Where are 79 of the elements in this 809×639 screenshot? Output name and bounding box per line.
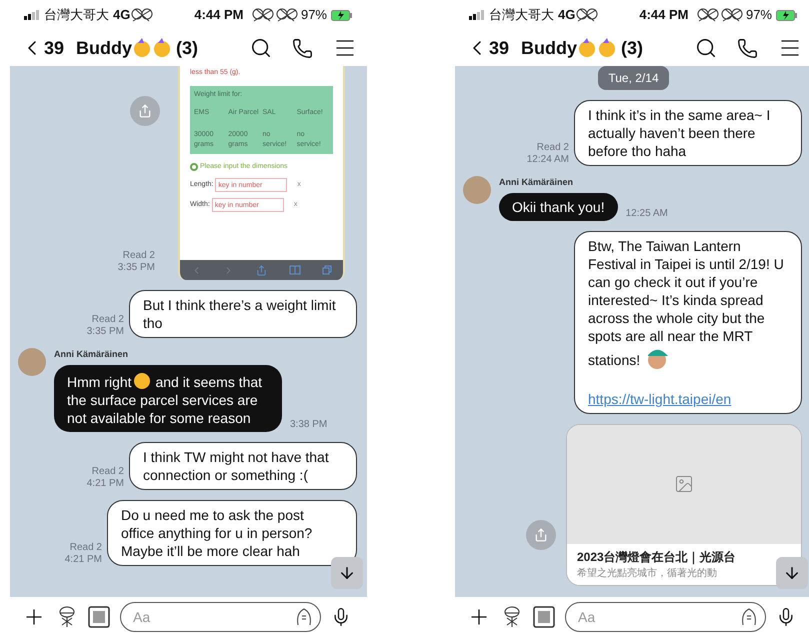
avatar bbox=[18, 348, 46, 376]
photo-icon bbox=[88, 606, 110, 628]
preview-subtitle: 希望之光點亮城市，循著光的動 bbox=[577, 566, 718, 580]
share-icon bbox=[138, 104, 152, 118]
emoji-icon bbox=[597, 38, 618, 58]
message-time: 12:25 AM bbox=[626, 206, 668, 220]
doodle-icon bbox=[130, 6, 154, 24]
message-time: 12:24 AM bbox=[526, 154, 569, 166]
chat-title: Buddy bbox=[76, 36, 132, 60]
emoji-button-icon[interactable] bbox=[295, 607, 313, 627]
status-time: 4:44 PM bbox=[194, 6, 244, 24]
doodle-icon bbox=[275, 6, 300, 24]
member-count: (3) bbox=[176, 36, 198, 60]
message-time: 3:35 PM bbox=[118, 262, 155, 274]
photo-button[interactable] bbox=[88, 606, 110, 628]
emoji-icon bbox=[152, 38, 172, 58]
sent-message: I think TW might not have that connection or something :( bbox=[129, 442, 357, 490]
read-receipt: Read 2 bbox=[70, 542, 102, 554]
message-time: 4:21 PM bbox=[64, 554, 102, 566]
chat-title: Buddy bbox=[521, 36, 578, 60]
doodle-icon bbox=[696, 6, 720, 24]
network-type: 4G bbox=[558, 6, 576, 24]
battery-icon bbox=[331, 10, 353, 20]
doodle-icon bbox=[720, 6, 744, 24]
back-button[interactable]: 39 bbox=[20, 34, 64, 62]
bullet-icon bbox=[190, 163, 198, 171]
search-button[interactable] bbox=[250, 37, 272, 59]
received-message: Okii thank you! bbox=[499, 192, 618, 220]
battery-percent: 97% bbox=[300, 6, 327, 24]
scroll-down-button[interactable] bbox=[776, 557, 808, 589]
photo-button[interactable] bbox=[533, 606, 555, 628]
sent-message: Btw, The Taiwan Lantern Festival in Taipei is until 2/19! U can go check it out if you’re interested~ It’s kinda spread across the whole city but the spots are all near the MRT stations! https://tw-light.taipei/en bbox=[574, 230, 802, 414]
share-icon bbox=[256, 264, 267, 276]
arrow-down-icon bbox=[783, 564, 801, 582]
share-icon bbox=[534, 528, 548, 542]
doodle-icon bbox=[251, 6, 276, 24]
sent-message: Do u need me to ask the post office anything for u in person? Maybe it’ll be more clear hah bbox=[107, 500, 357, 566]
message-time: 3:38 PM bbox=[290, 418, 328, 432]
network-type: 4G bbox=[113, 6, 130, 24]
date-label: Tue, 2/14 bbox=[598, 66, 669, 90]
read-receipt: Read 2 bbox=[92, 314, 124, 326]
received-message: Hmm right and it seems that the surface parcel services are not available for some reason bbox=[54, 364, 282, 432]
sent-message: But I think there’s a weight limit tho bbox=[129, 290, 357, 338]
status-time: 4:44 PM bbox=[639, 6, 688, 24]
scroll-down-button[interactable] bbox=[331, 557, 363, 589]
arrow-down-icon bbox=[338, 564, 356, 582]
search-button[interactable] bbox=[695, 37, 717, 59]
emoji-button-icon[interactable] bbox=[740, 607, 758, 627]
read-receipt: Read 2 bbox=[536, 142, 569, 154]
emoji-icon bbox=[577, 38, 598, 58]
call-button[interactable] bbox=[737, 38, 758, 58]
read-receipt: Read 2 bbox=[92, 466, 124, 478]
read-receipt: Read 2 bbox=[122, 250, 155, 262]
sender-name: Anni Kämäräinen bbox=[499, 176, 574, 189]
call-button[interactable] bbox=[292, 38, 313, 58]
image-placeholder-icon bbox=[674, 474, 694, 494]
message-time: 4:21 PM bbox=[86, 478, 124, 490]
battery-percent: 97% bbox=[746, 6, 772, 24]
doodle-icon bbox=[575, 6, 600, 24]
link-preview-card[interactable]: 2023台灣燈會在台北｜光源台 希望之光點亮城市，循著光的動 bbox=[566, 424, 802, 586]
signal-icon bbox=[469, 10, 485, 20]
message-link[interactable]: https://tw-light.taipei/en bbox=[588, 390, 732, 406]
carrier-name: 台灣大哥大 bbox=[44, 6, 109, 24]
emoji-icon bbox=[132, 38, 152, 58]
message-field[interactable]: Aa bbox=[120, 602, 321, 632]
sender-name: Anni Kämäräinen bbox=[54, 348, 130, 361]
preview-title: 2023台灣燈會在台北｜光源台 bbox=[577, 548, 737, 566]
tabs-icon bbox=[322, 265, 332, 275]
avatar bbox=[463, 176, 491, 204]
photo-icon bbox=[533, 606, 555, 628]
book-icon bbox=[288, 265, 301, 275]
message-field[interactable]: Aa bbox=[565, 602, 766, 632]
member-count: (3) bbox=[621, 36, 644, 60]
signal-icon bbox=[24, 10, 40, 20]
message-time: 3:35 PM bbox=[86, 326, 124, 338]
carrier-name: 台灣大哥大 bbox=[489, 6, 554, 24]
sent-message: I think it’s in the same area~ I actually haven’t been there before tho haha bbox=[574, 100, 802, 166]
back-button[interactable]: 39 bbox=[465, 34, 510, 62]
battery-icon bbox=[776, 10, 798, 20]
